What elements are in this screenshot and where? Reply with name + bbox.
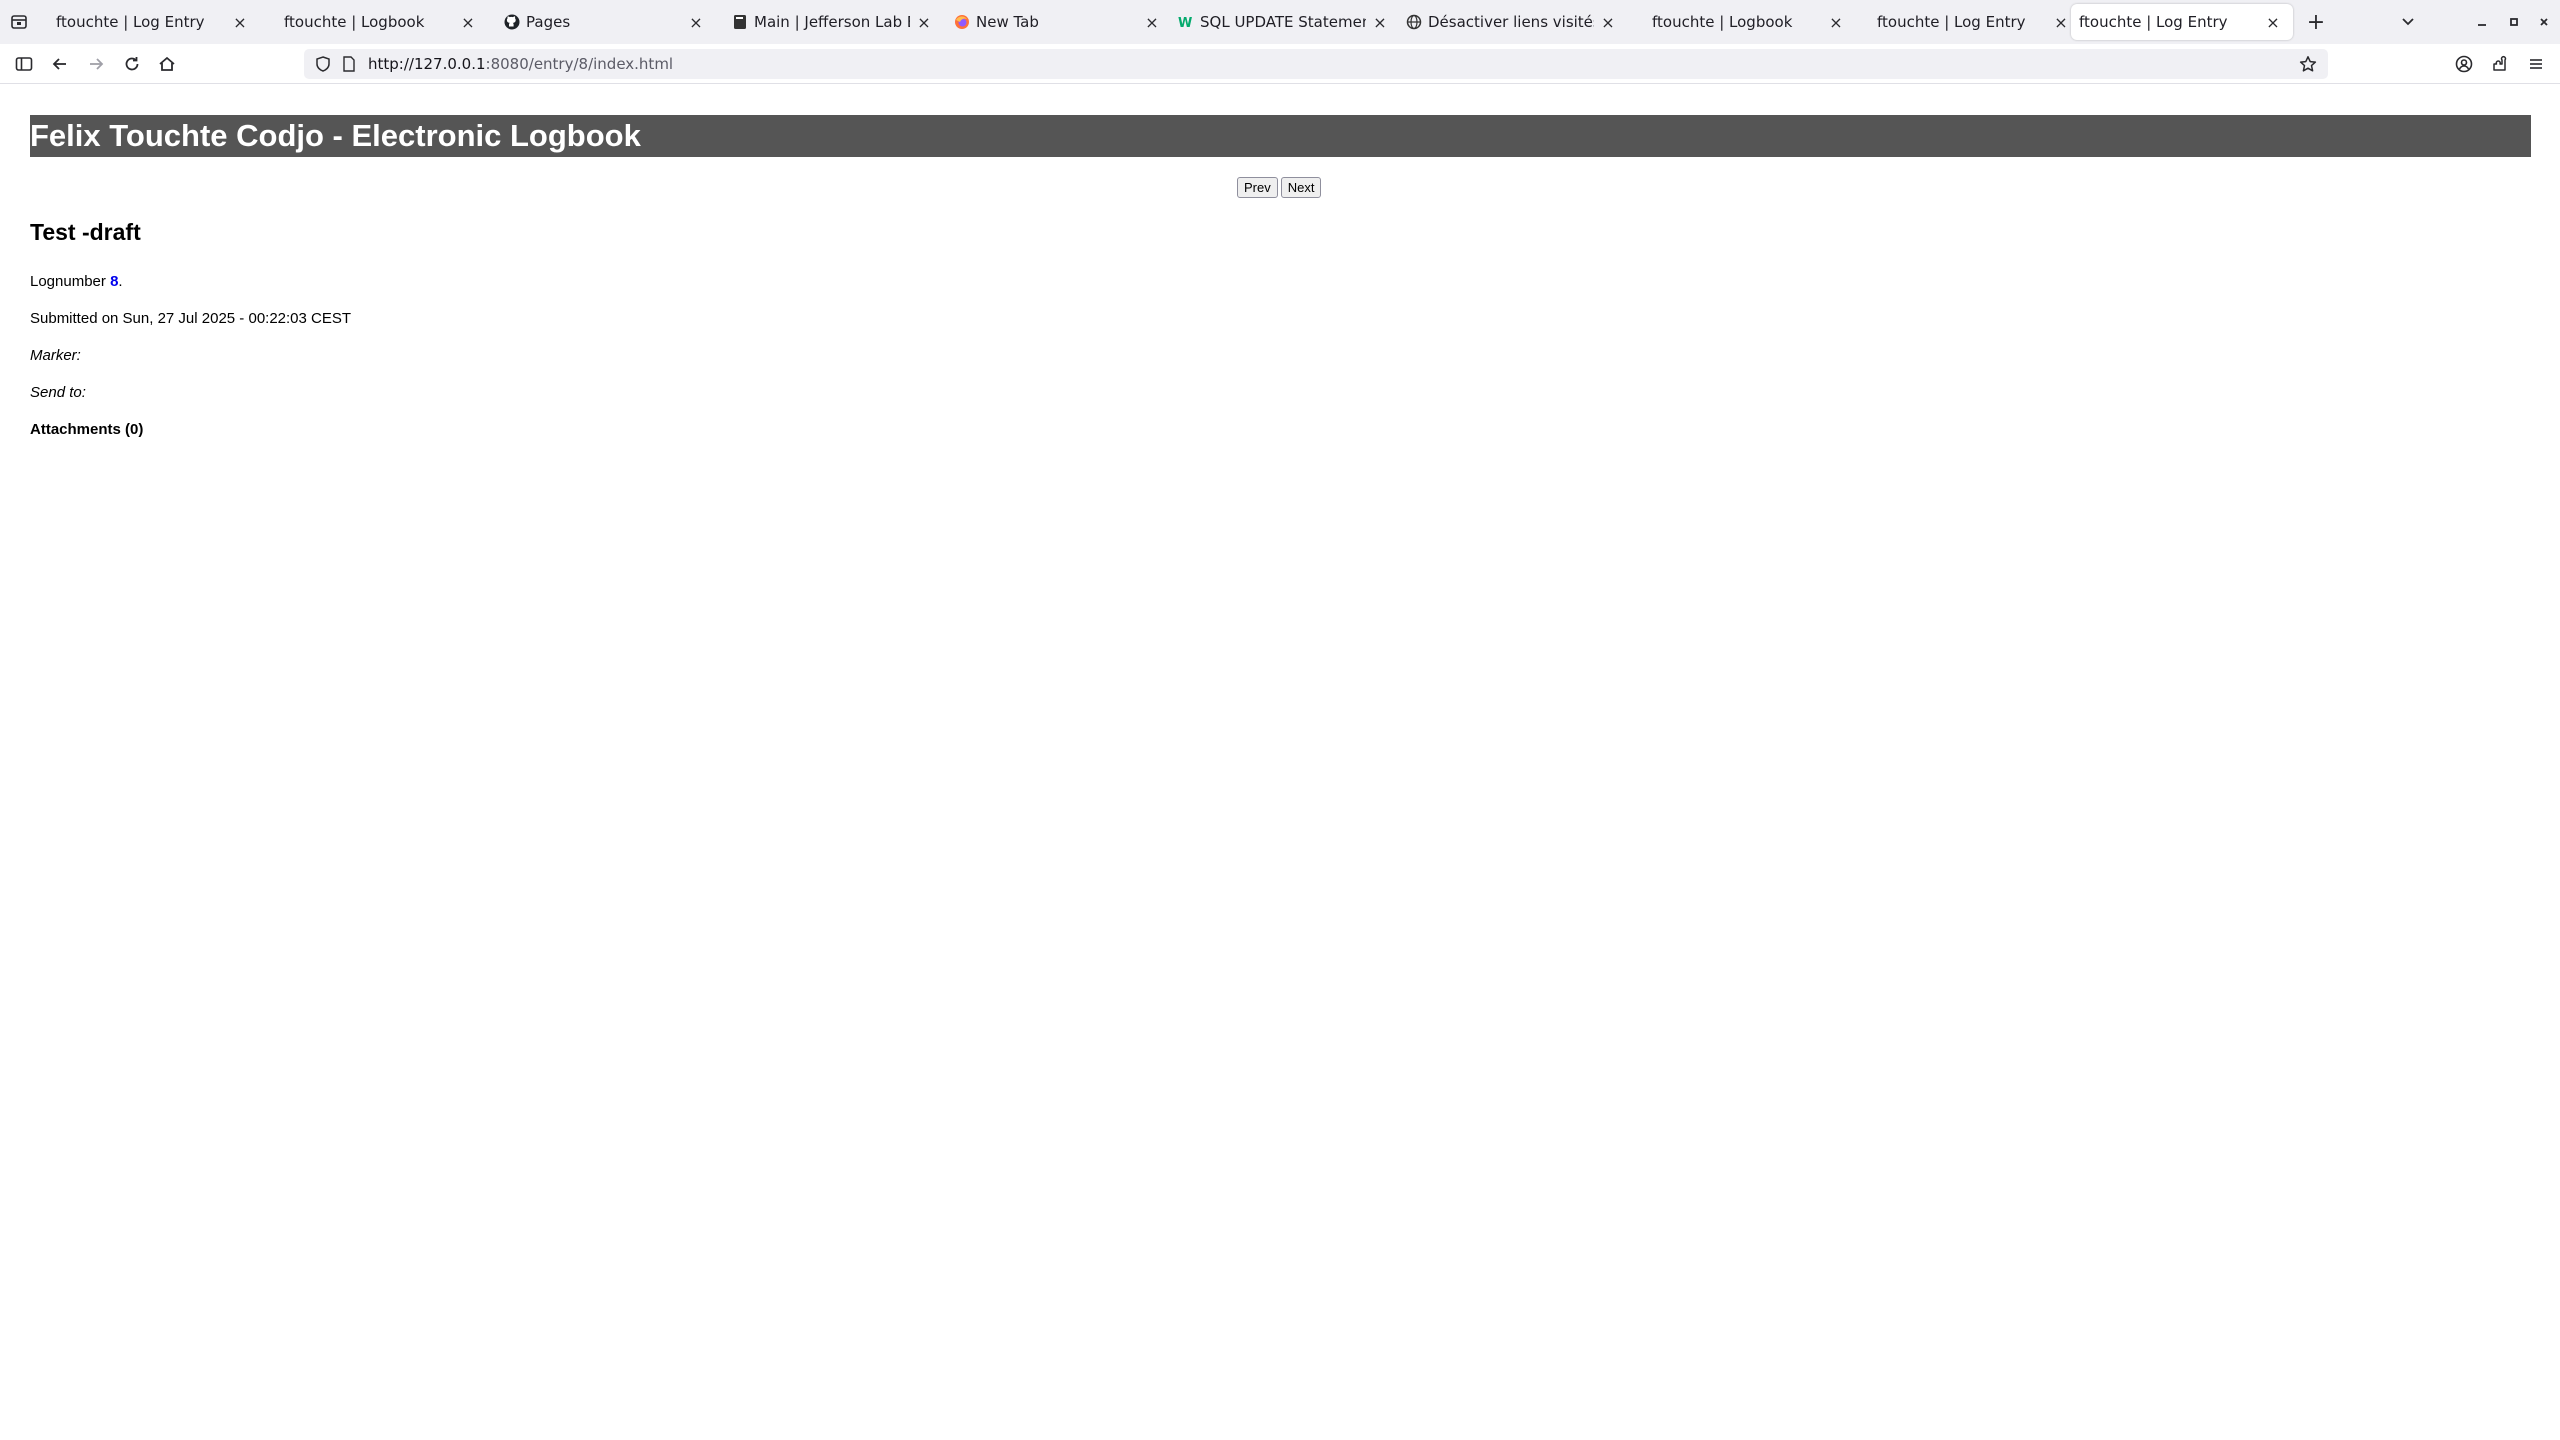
- tab-7[interactable]: Désactiver liens visités HT ×: [1402, 4, 1628, 40]
- submitted-line: Submitted on Sun, 27 Jul 2025 - 00:22:03…: [30, 310, 352, 327]
- w3schools-icon: W: [1178, 14, 1194, 30]
- tab-3[interactable]: Pages ×: [490, 4, 716, 40]
- close-icon[interactable]: ×: [1370, 12, 1390, 32]
- forward-arrow-icon[interactable]: [84, 52, 108, 76]
- attachments-heading: Attachments (0): [30, 421, 144, 438]
- lognumber-label: Lognumber: [30, 273, 106, 290]
- tab-title: ftouchte | Logbook: [1652, 13, 1793, 31]
- url-path: :8080/entry/8/index.html: [485, 55, 674, 73]
- tab-title: ftouchte | Log Entry: [56, 13, 205, 31]
- book-icon: [732, 14, 748, 30]
- url-text[interactable]: http://127.0.0.1:8080/entry/8/index.html: [368, 55, 673, 73]
- close-icon[interactable]: ×: [1598, 12, 1618, 32]
- tab-title: SQL UPDATE Statement: [1200, 13, 1366, 31]
- minimize-icon[interactable]: [2472, 12, 2492, 32]
- tab-4[interactable]: Main | Jefferson Lab Elec ×: [718, 4, 944, 40]
- lognumber-suffix: .: [118, 273, 123, 290]
- url-bar[interactable]: http://127.0.0.1:8080/entry/8/index.html: [304, 49, 2328, 79]
- tab-10-active[interactable]: ftouchte | Log Entry ×: [2071, 4, 2293, 40]
- new-tab-icon[interactable]: +: [2304, 10, 2328, 35]
- navigation-toolbar: http://127.0.0.1:8080/entry/8/index.html: [0, 44, 2560, 84]
- tab-title: ftouchte | Logbook: [284, 13, 425, 31]
- close-icon[interactable]: ×: [2263, 12, 2283, 32]
- sidebar-icon[interactable]: [12, 52, 36, 76]
- next-button[interactable]: Next: [1280, 177, 1322, 198]
- svg-text:W: W: [1178, 16, 1192, 30]
- page-icon[interactable]: [340, 55, 358, 73]
- account-icon[interactable]: [2452, 52, 2476, 76]
- logbook-banner: Felix Touchte Codjo - Electronic Logbook: [30, 115, 2531, 157]
- chevron-down-icon[interactable]: [2396, 10, 2420, 34]
- close-icon[interactable]: ×: [686, 12, 706, 32]
- url-host: http://127.0.0.1: [368, 55, 486, 73]
- menu-icon[interactable]: [2524, 52, 2548, 76]
- tab-title: Désactiver liens visités HT: [1428, 13, 1594, 31]
- tab-title: ftouchte | Log Entry: [2079, 13, 2228, 31]
- home-icon[interactable]: [155, 52, 179, 76]
- close-icon[interactable]: ×: [458, 12, 478, 32]
- extensions-icon[interactable]: [2488, 52, 2512, 76]
- entry-pager: Prev Next: [1237, 177, 1322, 198]
- tab-6[interactable]: W SQL UPDATE Statement ×: [1174, 4, 1400, 40]
- tab-5[interactable]: New Tab ×: [946, 4, 1172, 40]
- globe-icon: [1406, 14, 1422, 30]
- back-arrow-icon[interactable]: [48, 52, 72, 76]
- close-icon[interactable]: ×: [2051, 12, 2071, 32]
- tab-title: Main | Jefferson Lab Elec: [754, 13, 910, 31]
- tab-2[interactable]: ftouchte | Logbook ×: [262, 4, 488, 40]
- marker-label: Marker:: [30, 347, 81, 364]
- bookmark-star-icon[interactable]: [2298, 54, 2318, 74]
- entry-title: Test -draft: [30, 219, 141, 245]
- close-icon[interactable]: ×: [914, 12, 934, 32]
- tab-8[interactable]: ftouchte | Logbook ×: [1630, 4, 1856, 40]
- tab-title: New Tab: [976, 13, 1039, 31]
- close-icon[interactable]: ×: [230, 12, 250, 32]
- tab-title: Pages: [526, 13, 571, 31]
- prev-button[interactable]: Prev: [1237, 177, 1278, 198]
- close-icon[interactable]: ×: [1826, 12, 1846, 32]
- tab-strip: ftouchte | Log Entry × ftouchte | Logboo…: [0, 0, 2560, 44]
- firefox-icon: [954, 14, 970, 30]
- tab-9[interactable]: ftouchte | Log Entry ×: [1855, 4, 2081, 40]
- send-to-label: Send to:: [30, 384, 86, 401]
- close-icon[interactable]: ×: [1142, 12, 1162, 32]
- shield-icon[interactable]: [314, 55, 332, 73]
- reload-icon[interactable]: [120, 52, 144, 76]
- firefox-view-icon[interactable]: [8, 11, 30, 33]
- github-icon: [504, 14, 520, 30]
- page-content: Felix Touchte Codjo - Electronic Logbook…: [0, 85, 2560, 1440]
- maximize-icon[interactable]: [2504, 12, 2524, 32]
- tab-title: ftouchte | Log Entry: [1877, 13, 2026, 31]
- close-window-icon[interactable]: [2534, 12, 2554, 32]
- tab-1[interactable]: ftouchte | Log Entry ×: [34, 4, 260, 40]
- lognumber-line: Lognumber 8.: [30, 273, 123, 290]
